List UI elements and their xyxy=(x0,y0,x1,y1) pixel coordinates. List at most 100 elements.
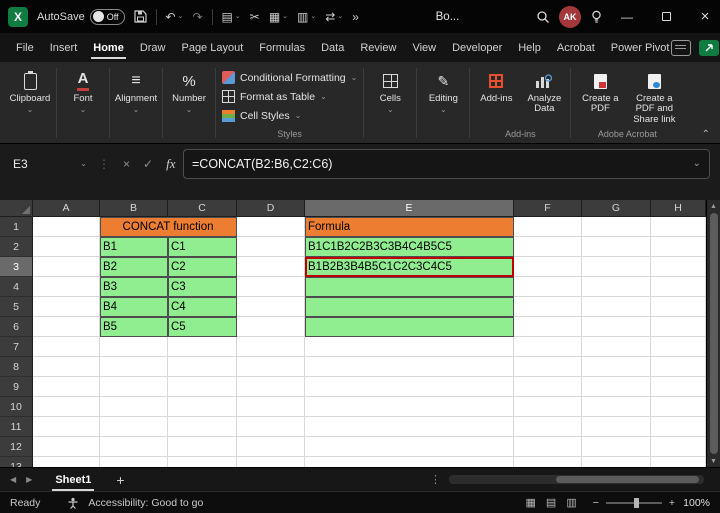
column-header-h[interactable]: H xyxy=(651,200,706,217)
cell-G12[interactable] xyxy=(582,437,651,457)
cell-B12[interactable] xyxy=(100,437,168,457)
copy-button[interactable]: ▤ ⌄ xyxy=(222,11,241,23)
cell-F12[interactable] xyxy=(514,437,582,457)
menu-tab-file[interactable]: File xyxy=(14,33,36,62)
cell-A7[interactable] xyxy=(33,337,100,357)
scrollbar-splitter-icon[interactable]: ⋮ xyxy=(430,473,441,486)
cell-H3[interactable] xyxy=(651,257,706,277)
cell-G8[interactable] xyxy=(582,357,651,377)
cell-G2[interactable] xyxy=(582,237,651,257)
minimize-button[interactable]: — xyxy=(612,0,642,33)
cell-E8[interactable] xyxy=(305,357,514,377)
cell-A4[interactable] xyxy=(33,277,100,297)
cell-E13[interactable] xyxy=(305,457,514,467)
row-header-10[interactable]: 10 xyxy=(0,397,33,417)
cell-H10[interactable] xyxy=(651,397,706,417)
cell-C6[interactable]: C5 xyxy=(168,317,237,337)
cell-D10[interactable] xyxy=(237,397,305,417)
horizontal-scrollbar[interactable] xyxy=(449,475,704,484)
cell-A5[interactable] xyxy=(33,297,100,317)
next-sheet-icon[interactable]: ▶ xyxy=(26,475,32,484)
row-header-4[interactable]: 4 xyxy=(0,277,33,297)
row-header-2[interactable]: 2 xyxy=(0,237,33,257)
cell-F11[interactable] xyxy=(514,417,582,437)
scroll-down-icon[interactable]: ▼ xyxy=(710,455,717,467)
row-header-8[interactable]: 8 xyxy=(0,357,33,377)
cell-D7[interactable] xyxy=(237,337,305,357)
column-header-c[interactable]: C xyxy=(168,200,237,217)
cell-G3[interactable] xyxy=(582,257,651,277)
menu-tab-formulas[interactable]: Formulas xyxy=(257,33,307,62)
cell-C3[interactable]: C2 xyxy=(168,257,237,277)
sort-quick-button[interactable]: ⇄ ⌄ xyxy=(325,11,343,23)
cell-F13[interactable] xyxy=(514,457,582,467)
add-sheet-button[interactable]: + xyxy=(116,472,124,488)
cell-B6[interactable]: B5 xyxy=(100,317,168,337)
cell-G13[interactable] xyxy=(582,457,651,467)
cell-E6[interactable] xyxy=(305,317,514,337)
cell-C5[interactable]: C4 xyxy=(168,297,237,317)
column-header-d[interactable]: D xyxy=(237,200,305,217)
cell-F8[interactable] xyxy=(514,357,582,377)
row-header-6[interactable]: 6 xyxy=(0,317,33,337)
cell-B13[interactable] xyxy=(100,457,168,467)
cell-E12[interactable] xyxy=(305,437,514,457)
row-header-11[interactable]: 11 xyxy=(0,417,33,437)
font-group-button[interactable]: A Font ⌄ xyxy=(59,65,107,143)
zoom-level[interactable]: 100% xyxy=(682,497,710,509)
cell-H13[interactable] xyxy=(651,457,706,467)
cell-E1[interactable]: Formula xyxy=(305,217,514,237)
close-button[interactable]: × xyxy=(690,0,720,33)
column-header-f[interactable]: F xyxy=(514,200,582,217)
cell-C11[interactable] xyxy=(168,417,237,437)
cell-F2[interactable] xyxy=(514,237,582,257)
cell-C2[interactable]: C1 xyxy=(168,237,237,257)
zoom-slider[interactable] xyxy=(606,502,662,504)
column-header-g[interactable]: G xyxy=(582,200,651,217)
cell-A13[interactable] xyxy=(33,457,100,467)
cell-F7[interactable] xyxy=(514,337,582,357)
tell-me-button[interactable] xyxy=(590,10,603,24)
quick-access-overflow-button[interactable]: » xyxy=(352,11,359,23)
cell-H7[interactable] xyxy=(651,337,706,357)
cell-E11[interactable] xyxy=(305,417,514,437)
row-header-5[interactable]: 5 xyxy=(0,297,33,317)
cell-C13[interactable] xyxy=(168,457,237,467)
column-header-a[interactable]: A xyxy=(33,200,100,217)
cell-E2[interactable]: B1C1B2C2B3C3B4C4B5C5 xyxy=(305,237,514,257)
enter-button[interactable]: ✓ xyxy=(143,157,153,171)
cell-A9[interactable] xyxy=(33,377,100,397)
cell-H9[interactable] xyxy=(651,377,706,397)
cell-F3[interactable] xyxy=(514,257,582,277)
prev-sheet-icon[interactable]: ◀ xyxy=(10,475,16,484)
expand-formula-bar-icon[interactable]: ⌄ xyxy=(693,159,701,169)
cell-D1[interactable] xyxy=(237,217,305,237)
menu-tab-data[interactable]: Data xyxy=(319,33,346,62)
cell-G7[interactable] xyxy=(582,337,651,357)
insert-function-button[interactable]: fx xyxy=(166,156,175,172)
chart-quick-button[interactable]: ▦ ⌄ xyxy=(269,11,288,23)
menu-tab-draw[interactable]: Draw xyxy=(138,33,168,62)
row-header-12[interactable]: 12 xyxy=(0,437,33,457)
cut-button[interactable]: ✂ xyxy=(250,11,260,23)
cell-E5[interactable] xyxy=(305,297,514,317)
cell-E9[interactable] xyxy=(305,377,514,397)
cell-G10[interactable] xyxy=(582,397,651,417)
cell-D2[interactable] xyxy=(237,237,305,257)
menu-tab-home[interactable]: Home xyxy=(91,33,126,62)
cell-F1[interactable] xyxy=(514,217,582,237)
conditional-formatting-button[interactable]: Conditional Formatting ⌄ xyxy=(222,68,357,87)
cell-A8[interactable] xyxy=(33,357,100,377)
cell-F5[interactable] xyxy=(514,297,582,317)
clipboard-group-button[interactable]: Clipboard ⌄ xyxy=(6,65,54,143)
cell-G5[interactable] xyxy=(582,297,651,317)
cell-C12[interactable] xyxy=(168,437,237,457)
maximize-button[interactable] xyxy=(651,0,681,33)
menu-tab-page-layout[interactable]: Page Layout xyxy=(179,33,245,62)
cell-H4[interactable] xyxy=(651,277,706,297)
cell-H6[interactable] xyxy=(651,317,706,337)
table-quick-button[interactable]: ▥ ⌄ xyxy=(297,11,316,23)
cell-H5[interactable] xyxy=(651,297,706,317)
row-header-9[interactable]: 9 xyxy=(0,377,33,397)
menu-tab-view[interactable]: View xyxy=(410,33,438,62)
